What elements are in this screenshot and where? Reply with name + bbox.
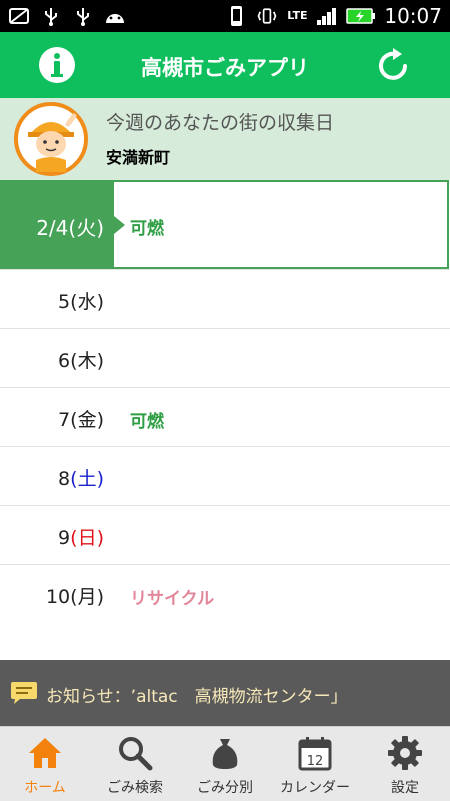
schedule-date: 10(月) <box>45 586 104 608</box>
usb-icon <box>40 6 62 26</box>
refresh-button[interactable] <box>374 46 412 84</box>
nav-item-sorting[interactable]: ごみ分別 <box>180 727 270 801</box>
app-header: 高槻市ごみアプリ <box>0 32 450 98</box>
clock: 10:07 <box>384 4 442 28</box>
schedule-row[interactable]: 7(金) 可燃 <box>0 388 450 447</box>
schedule-row[interactable]: 10(月) リサイクル <box>0 565 450 623</box>
nav-label: 設定 <box>391 780 419 796</box>
today-arrow-icon <box>114 216 125 234</box>
lte-icon: LTE <box>286 6 308 26</box>
area-intro: 今週のあなたの街の収集日 安満新町 <box>0 98 450 180</box>
calendar-icon: 12 <box>298 737 332 771</box>
notice-ticker[interactable]: お知らせ：ʼaltac 高槻物流センター」 <box>0 660 450 726</box>
today-highlight-box <box>114 180 449 269</box>
network-label: LTE <box>287 9 308 22</box>
refresh-icon <box>379 48 407 80</box>
intro-heading: 今週のあなたの街の収集日 <box>106 112 335 134</box>
schedule-date: 5(水) <box>58 291 104 313</box>
area-name: 安満新町 <box>106 148 171 167</box>
usb-icon <box>72 6 94 26</box>
schedule-row[interactable]: 8(土) <box>0 447 450 506</box>
schedule-row-today[interactable]: 2/4(火) 可燃 <box>0 180 450 270</box>
garbage-type: リサイクル <box>130 589 215 609</box>
nav-label: ホーム <box>24 780 66 796</box>
schedule-row[interactable]: 9(日) <box>0 506 450 565</box>
nav-item-home[interactable]: ホーム <box>0 727 90 801</box>
signal-icon <box>316 6 338 26</box>
schedule-row[interactable]: 6(木) <box>0 329 450 388</box>
phone-vibrate-icon <box>226 6 248 26</box>
nav-item-settings[interactable]: 設定 <box>360 727 450 801</box>
no-sim-icon <box>8 6 30 26</box>
android-icon <box>104 6 126 26</box>
today-date-block: 2/4(火) <box>0 180 114 269</box>
schedule-date: 2/4(火) <box>36 216 104 240</box>
schedule-date: 9(日) <box>58 527 104 549</box>
garbage-type: 可燃 <box>130 412 164 432</box>
nav-item-search[interactable]: ごみ検索 <box>90 727 180 801</box>
gear-icon <box>388 736 422 770</box>
search-icon <box>119 737 153 771</box>
schedule-date: 8(土) <box>58 468 104 490</box>
schedule-date: 7(金) <box>58 409 104 431</box>
nav-label: カレンダー <box>280 780 350 796</box>
vibrate-icon <box>256 6 278 26</box>
notice-text: お知らせ：ʼaltac 高槻物流センター」 <box>46 687 348 707</box>
nav-label: ごみ分別 <box>197 780 253 796</box>
nav-item-calendar[interactable]: 12 カレンダー <box>270 727 360 801</box>
status-bar: LTE 10:07 <box>0 0 450 32</box>
calendar-day-number: 12 <box>307 754 324 769</box>
home-icon <box>29 738 61 768</box>
nav-label: ごみ検索 <box>107 780 163 796</box>
schedule-row[interactable]: 5(水) <box>0 270 450 329</box>
schedule-date: 6(木) <box>58 350 104 372</box>
garbage-type: 可燃 <box>130 219 164 239</box>
garbage-bag-icon <box>212 739 238 769</box>
mascot-avatar <box>14 102 88 176</box>
speech-bubble-icon <box>10 680 38 706</box>
collection-schedule: 2/4(火) 可燃 5(水) 6(木) 7(金) 可燃 8(土) 9(日) 10… <box>0 180 450 623</box>
battery-icon <box>346 6 376 26</box>
bottom-navigation: ホーム ごみ検索 ごみ分別 12 カレンダー 設定 <box>0 726 450 801</box>
